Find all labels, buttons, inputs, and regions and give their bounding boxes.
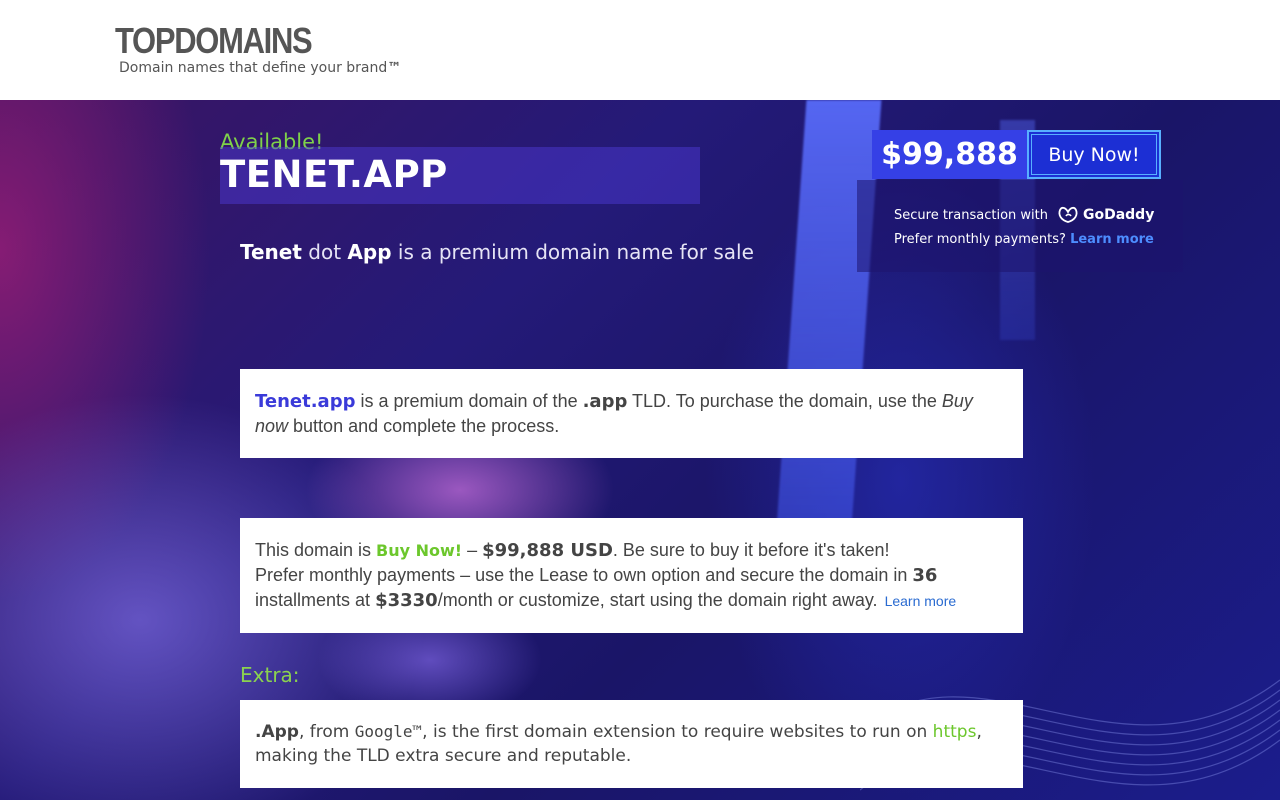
- godaddy-icon: [1058, 206, 1078, 223]
- domain-title: TENET.APP: [220, 153, 448, 196]
- extra-heading: Extra:: [240, 663, 300, 687]
- godaddy-logo: GoDaddy: [1057, 206, 1154, 224]
- extra-info-card: .App, from Google™, is the first domain …: [240, 700, 1023, 788]
- hero-tagline: Tenet dot App is a premium domain name f…: [240, 240, 754, 264]
- learn-more-link[interactable]: Learn more: [1070, 232, 1154, 247]
- domain-info-card: Tenet.app is a premium domain of the .ap…: [240, 369, 1023, 458]
- domain-name-text: Tenet.app: [255, 391, 356, 412]
- secure-text: Secure transaction with: [894, 207, 1048, 223]
- buy-now-button[interactable]: Buy Now!: [1027, 130, 1161, 179]
- lease-learn-more-link[interactable]: Learn more: [885, 593, 957, 609]
- secure-transaction: Secure transaction with GoDaddy: [894, 206, 1154, 224]
- logo-tagline: Domain names that define your brand™: [119, 60, 402, 76]
- logo-title: TOPDOMAINS: [115, 20, 313, 61]
- purchase-panel: [857, 180, 1183, 272]
- https-text: https: [932, 722, 977, 742]
- price-tag: $99,888: [872, 130, 1027, 179]
- pricing-info-card: This domain is Buy Now! – $99,888 USD. B…: [240, 518, 1023, 633]
- site-logo[interactable]: TOPDOMAINS Domain names that define your…: [115, 20, 402, 77]
- monthly-payments: Prefer monthly payments? Learn more: [894, 232, 1154, 247]
- site-header: TOPDOMAINS Domain names that define your…: [0, 0, 1280, 100]
- buy-now-text: Buy Now!: [376, 541, 463, 560]
